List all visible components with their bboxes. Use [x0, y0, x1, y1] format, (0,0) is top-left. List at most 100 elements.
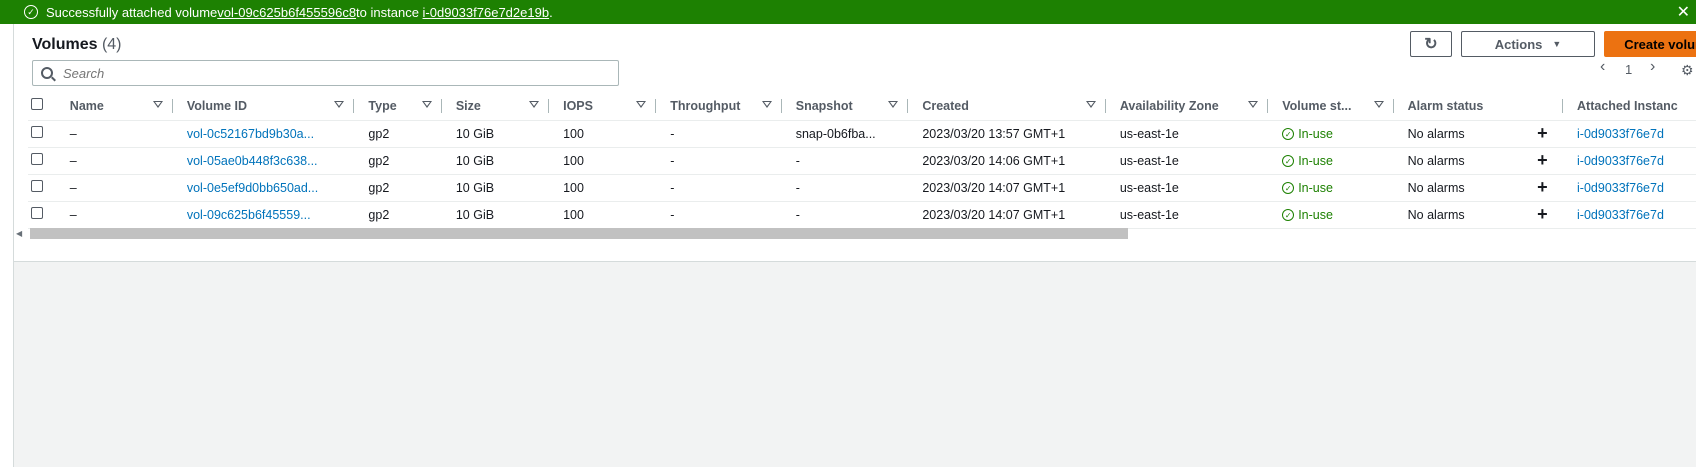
create-volume-button[interactable]: Create volume — [1604, 31, 1696, 57]
col-header-name[interactable]: Name — [55, 92, 173, 121]
refresh-icon: ↻ — [1424, 36, 1438, 53]
status-text: In-use — [1298, 181, 1333, 196]
settings-gear-icon[interactable]: ⚙ — [1681, 62, 1694, 79]
col-header-attached-instances[interactable]: Attached Instanc — [1563, 92, 1696, 121]
col-header-snapshot[interactable]: Snapshot — [781, 92, 909, 121]
table-row[interactable]: – vol-09c625b6f45559... gp2 10 GiB 100 -… — [28, 201, 1696, 229]
col-header-label: Volume st... — [1282, 98, 1352, 113]
sort-icon[interactable] — [1248, 101, 1259, 108]
cell-volume-id-link[interactable]: vol-0c52167bd9b30a... — [172, 120, 355, 148]
col-header-alarm-status[interactable]: Alarm status — [1393, 92, 1524, 121]
sort-icon[interactable] — [636, 101, 647, 108]
add-alarm-icon[interactable]: + — [1537, 204, 1548, 224]
page-title: Volumes (4) — [32, 36, 122, 54]
search-icon — [41, 67, 53, 79]
scrollbar-thumb[interactable] — [30, 228, 1128, 239]
cell-size: 10 GiB — [441, 147, 550, 175]
actions-button[interactable]: Actions ▼ — [1461, 31, 1595, 57]
col-header-iops[interactable]: IOPS — [549, 92, 657, 121]
cell-volume-id-link[interactable]: vol-09c625b6f45559... — [172, 201, 355, 229]
table-row[interactable]: – vol-05ae0b448f3c638... gp2 10 GiB 100 … — [28, 147, 1696, 175]
col-header-throughput[interactable]: Throughput — [656, 92, 782, 121]
status-text: In-use — [1298, 208, 1333, 223]
sort-icon[interactable] — [152, 101, 163, 108]
sort-icon[interactable] — [888, 101, 899, 108]
prev-page-button[interactable]: ‹ — [1600, 58, 1605, 76]
cell-alarm-status: No alarms — [1393, 147, 1524, 175]
cell-alarm-status: No alarms — [1393, 174, 1524, 202]
cell-instance-link[interactable]: i-0d9033f76e7d — [1563, 201, 1696, 229]
cell-volume-state: ✓ In-use — [1268, 147, 1394, 175]
status-check-icon: ✓ — [1282, 128, 1295, 141]
search-input[interactable] — [63, 65, 618, 81]
cell-created: 2023/03/20 14:07 GMT+1 — [908, 174, 1106, 202]
status-check-icon: ✓ — [1282, 182, 1295, 195]
cell-iops: 100 — [549, 174, 657, 202]
horizontal-scrollbar[interactable]: ◀ — [14, 228, 1696, 240]
col-header-type[interactable]: Type — [354, 92, 442, 121]
row-checkbox[interactable] — [31, 207, 43, 219]
col-header-availability-zone[interactable]: Availability Zone — [1105, 92, 1269, 121]
cell-instance-link[interactable]: i-0d9033f76e7d — [1563, 147, 1696, 175]
sort-icon[interactable] — [761, 101, 772, 108]
cell-snapshot: snap-0b6fba... — [781, 120, 909, 148]
search-field[interactable] — [32, 60, 619, 86]
banner-middle: to instance — [356, 4, 419, 20]
cell-created: 2023/03/20 14:06 GMT+1 — [908, 147, 1106, 175]
status-text: In-use — [1298, 154, 1333, 169]
left-nav-collapsed — [0, 24, 14, 467]
chevron-down-icon: ▼ — [1552, 39, 1562, 49]
table-row[interactable]: – vol-0e5ef9d0bb650ad... gp2 10 GiB 100 … — [28, 174, 1696, 202]
cell-volume-id-link[interactable]: vol-05ae0b448f3c638... — [172, 147, 355, 175]
cell-iops: 100 — [549, 120, 657, 148]
scroll-left-icon[interactable]: ◀ — [16, 229, 22, 238]
cell-volume-state: ✓ In-use — [1268, 120, 1394, 148]
banner-prefix: Successfully attached volume — [46, 4, 218, 20]
col-header-volume-state[interactable]: Volume st... — [1268, 92, 1394, 121]
page-number[interactable]: 1 — [1625, 62, 1632, 77]
success-check-icon: ✓ — [24, 5, 38, 19]
sort-icon[interactable] — [334, 101, 345, 108]
cell-snapshot: - — [781, 147, 909, 175]
col-header-label: Availability Zone — [1119, 98, 1219, 113]
cell-name: – — [55, 201, 173, 229]
cell-alarm-status: No alarms — [1393, 201, 1524, 229]
add-alarm-icon[interactable]: + — [1537, 177, 1548, 197]
cell-az: us-east-1e — [1105, 174, 1269, 202]
refresh-button[interactable]: ↻ — [1410, 31, 1452, 57]
cell-az: us-east-1e — [1105, 201, 1269, 229]
row-checkbox[interactable] — [31, 153, 43, 165]
row-checkbox[interactable] — [31, 126, 43, 138]
row-checkbox[interactable] — [31, 180, 43, 192]
cell-type: gp2 — [354, 120, 442, 148]
cell-volume-state: ✓ In-use — [1268, 201, 1394, 229]
banner-volume-link[interactable]: vol-09c625b6f455596c8 — [217, 5, 356, 20]
col-header-size[interactable]: Size — [441, 92, 550, 121]
col-header-label: Name — [69, 98, 104, 113]
cell-throughput: - — [656, 174, 782, 202]
cell-instance-link[interactable]: i-0d9033f76e7d — [1563, 174, 1696, 202]
cell-name: – — [55, 147, 173, 175]
col-header-label: Size — [455, 98, 481, 113]
success-banner: ✓ Successfully attached volume vol-09c62… — [0, 0, 1696, 24]
status-check-icon: ✓ — [1282, 209, 1295, 222]
cell-iops: 100 — [549, 147, 657, 175]
table-row[interactable]: – vol-0c52167bd9b30a... gp2 10 GiB 100 -… — [28, 120, 1696, 148]
col-header-add-alarm — [1523, 92, 1564, 121]
sort-icon[interactable] — [1085, 101, 1096, 108]
add-alarm-icon[interactable]: + — [1537, 123, 1548, 143]
cell-volume-id-link[interactable]: vol-0e5ef9d0bb650ad... — [172, 174, 355, 202]
actions-label: Actions — [1494, 36, 1543, 52]
add-alarm-icon[interactable]: + — [1537, 150, 1548, 170]
sort-icon[interactable] — [529, 101, 540, 108]
cell-instance-link[interactable]: i-0d9033f76e7d — [1563, 120, 1696, 148]
banner-instance-link[interactable]: i-0d9033f76e7d2e19b — [423, 5, 550, 20]
sort-icon[interactable] — [1373, 101, 1384, 108]
col-header-created[interactable]: Created — [908, 92, 1106, 121]
col-header-volume-id[interactable]: Volume ID — [172, 92, 355, 121]
sort-icon[interactable] — [421, 101, 432, 108]
cell-az: us-east-1e — [1105, 120, 1269, 148]
select-all-checkbox[interactable] — [31, 98, 43, 111]
close-icon[interactable]: ✕ — [1677, 2, 1690, 22]
next-page-button[interactable]: › — [1650, 58, 1655, 76]
